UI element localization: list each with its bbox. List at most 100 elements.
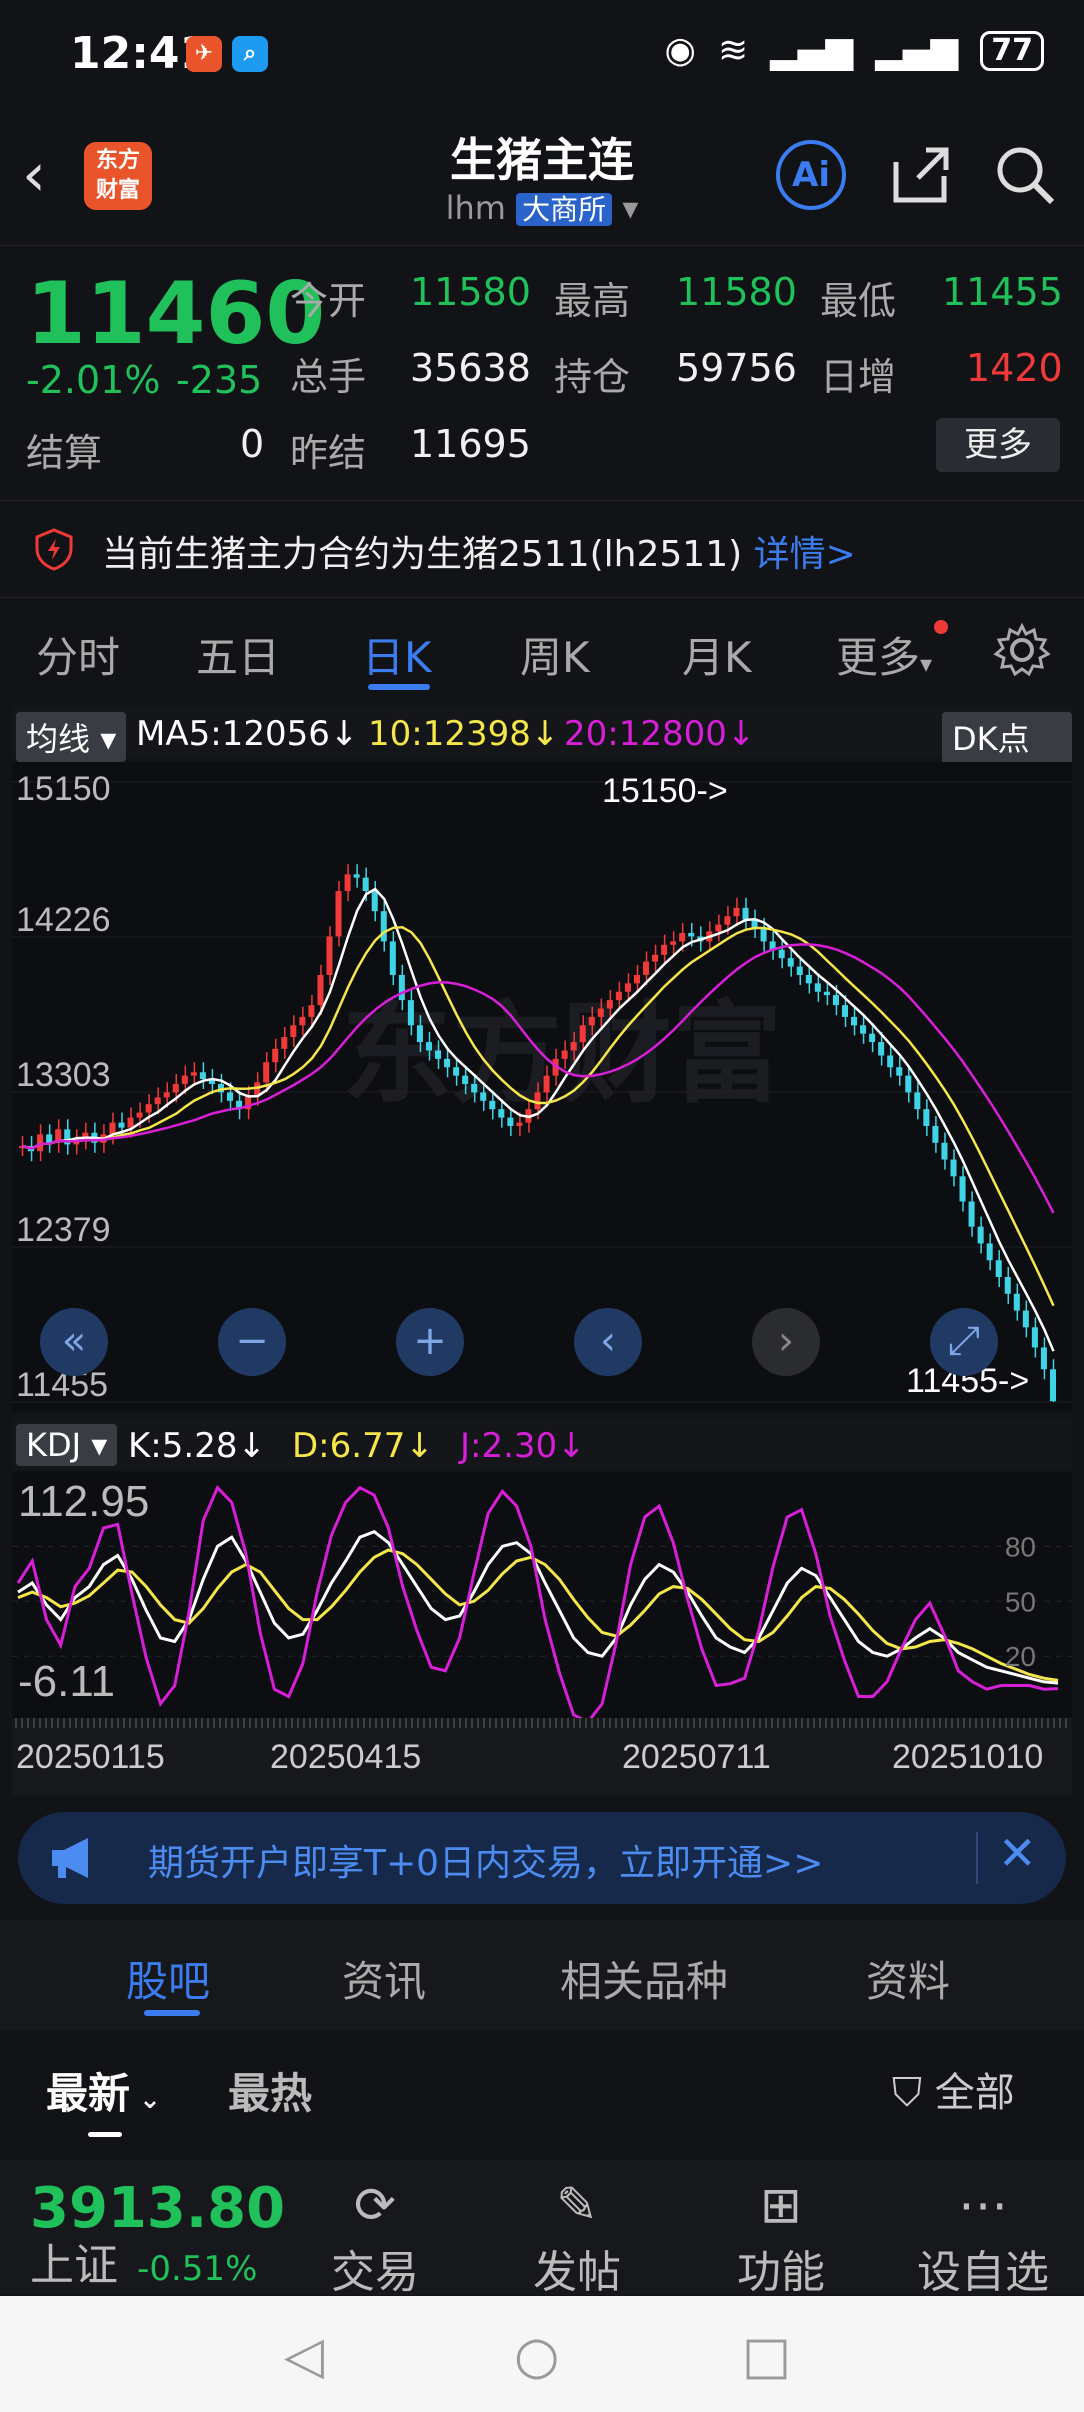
kdj-j-legend: J:2.30↓ bbox=[460, 1426, 586, 1466]
kdj-y-tick: 112.95 bbox=[18, 1477, 149, 1526]
candle-body bbox=[199, 1072, 206, 1079]
sort-hot[interactable]: 最热 bbox=[228, 2060, 312, 2121]
candle-body bbox=[462, 1075, 469, 1085]
candle-body bbox=[154, 1097, 161, 1105]
dk-label: DK点 bbox=[952, 720, 1030, 758]
y-tick-label: 14226 bbox=[16, 901, 111, 939]
candle-body bbox=[489, 1100, 496, 1110]
system-home-icon[interactable]: ○ bbox=[514, 2326, 559, 2386]
kdj-chart[interactable]: 80 50 20 112.95 -6.11 bbox=[12, 1472, 1072, 1718]
open-interest-label: 持仓 bbox=[554, 355, 631, 399]
tab-forum[interactable]: 股吧 bbox=[126, 1948, 210, 2009]
wifi-icon: ≋ bbox=[717, 30, 749, 71]
tab-monthly-k[interactable]: 月K bbox=[682, 624, 752, 685]
max-price-label: 15150-> bbox=[602, 772, 728, 810]
candle-body bbox=[145, 1104, 152, 1113]
indicator-selector-kdj[interactable]: KDJ ▾ bbox=[16, 1424, 118, 1466]
kdj-right-tick: 20 bbox=[1005, 1641, 1036, 1672]
ma10-legend: 10:12398↓ bbox=[368, 714, 560, 754]
date-label: 20250711 bbox=[622, 1738, 771, 1776]
candle-body bbox=[435, 1050, 442, 1059]
candle-body bbox=[661, 944, 668, 955]
system-back-icon[interactable]: ◁ bbox=[284, 2326, 324, 2386]
candle-body bbox=[181, 1075, 188, 1085]
candle-body bbox=[633, 974, 640, 984]
candle-body bbox=[1013, 1293, 1020, 1311]
candle-body bbox=[281, 1037, 288, 1049]
exchange-badge: 大商所 bbox=[516, 193, 613, 226]
open-label: 今开 bbox=[290, 279, 367, 323]
ma20-legend: 20:12800↓ bbox=[564, 714, 756, 754]
eye-icon: ◉ bbox=[664, 30, 696, 71]
notice-details-link[interactable]: 详情> bbox=[754, 534, 856, 575]
fullscreen-button[interactable]: ⤢ bbox=[930, 1308, 998, 1376]
banner-divider bbox=[976, 1832, 978, 1884]
more-quote-button[interactable]: 更多 bbox=[936, 418, 1060, 472]
daily-increase-value: 1420 bbox=[966, 346, 1063, 390]
candle-body bbox=[362, 877, 369, 892]
candle-body bbox=[724, 916, 731, 925]
candle-body bbox=[416, 1025, 423, 1043]
tab-news[interactable]: 资讯 bbox=[342, 1948, 426, 2009]
tab-weekly-k[interactable]: 周K bbox=[520, 624, 590, 685]
kdj-right-tick: 50 bbox=[1005, 1586, 1036, 1617]
candle-body bbox=[570, 1042, 577, 1051]
nav-post[interactable]: ✎ 发帖 bbox=[502, 2174, 652, 2300]
candle-body bbox=[272, 1048, 279, 1063]
system-navigation-bar: ◁ ○ □ bbox=[0, 2296, 1084, 2412]
candle-body bbox=[715, 924, 722, 932]
tab-more[interactable]: 更多▾ bbox=[836, 624, 932, 685]
candle-body bbox=[823, 991, 830, 996]
candle-body bbox=[1049, 1369, 1056, 1402]
candle-body bbox=[615, 991, 622, 1001]
candle-body bbox=[742, 907, 749, 920]
sort-latest[interactable]: 最新 ⌄ bbox=[46, 2060, 161, 2121]
date-label: 20250115 bbox=[16, 1738, 165, 1776]
close-icon[interactable]: ✕ bbox=[998, 1826, 1037, 1880]
system-recents-icon[interactable]: □ bbox=[742, 2326, 791, 2386]
high-label: 最高 bbox=[554, 279, 631, 323]
share-icon[interactable] bbox=[886, 140, 956, 210]
low-label: 最低 bbox=[820, 279, 897, 323]
candle-body bbox=[579, 1025, 586, 1043]
kline-chart[interactable]: 东方财富 151501422613303123791145515150->114… bbox=[12, 762, 1072, 1412]
index-change: -0.51% bbox=[137, 2249, 258, 2289]
move-left-button[interactable]: ‹ bbox=[574, 1308, 642, 1376]
zoom-out-button[interactable]: − bbox=[218, 1308, 286, 1376]
status-bar: 12:41 ✈ ⌕ ◉ ≋ ▂▄▆ ▂▄▆ 77 bbox=[0, 0, 1084, 110]
nav-watchlist[interactable]: ⋯ 设自选 bbox=[908, 2174, 1058, 2300]
search-icon[interactable] bbox=[990, 140, 1060, 210]
nav-function[interactable]: ⊞ 功能 bbox=[706, 2174, 856, 2300]
notice-message: 当前生猪主力合约为生猪2511(lh2511) bbox=[102, 534, 743, 575]
ai-button[interactable]: Ai bbox=[776, 140, 846, 210]
candle-body bbox=[851, 1016, 858, 1026]
tab-daily-k[interactable]: 日K bbox=[362, 624, 432, 685]
tab-intraday[interactable]: 分时 bbox=[36, 624, 120, 685]
candle-body bbox=[335, 891, 342, 937]
candle-body bbox=[444, 1058, 451, 1068]
nav-trade[interactable]: ⟳ 交易 bbox=[300, 2174, 450, 2300]
settings-gear-icon[interactable] bbox=[992, 620, 1052, 680]
tab-five-day[interactable]: 五日 bbox=[196, 624, 280, 685]
tab-related[interactable]: 相关品种 bbox=[560, 1948, 728, 2009]
sort-indicator bbox=[88, 2132, 122, 2137]
scroll-to-start-button[interactable]: « bbox=[40, 1308, 108, 1376]
tab-profile[interactable]: 资料 bbox=[866, 1948, 950, 2009]
chart-area[interactable]: 均线 ▾ MA5:12056↓ 10:12398↓ 20:12800↓ DK点 … bbox=[12, 706, 1072, 1796]
active-tab-indicator bbox=[368, 684, 430, 690]
app-header: ‹ 东方 财富 生猪主连 lhm 大商所 ▾ Ai bbox=[0, 110, 1084, 246]
main-contract-notice[interactable]: 当前生猪主力合约为生猪2511(lh2511) 详情> bbox=[0, 500, 1084, 598]
move-right-button[interactable]: › bbox=[752, 1308, 820, 1376]
candle-body bbox=[733, 907, 740, 917]
candle-body bbox=[317, 974, 324, 1006]
promo-banner[interactable]: 期货开户即享T+0日内交易，立即开通>> ✕ bbox=[18, 1812, 1066, 1904]
zoom-in-button[interactable]: + bbox=[396, 1308, 464, 1376]
indicator-selector-ma[interactable]: 均线 ▾ bbox=[16, 712, 127, 762]
candle-body bbox=[1022, 1310, 1029, 1328]
index-ticker[interactable]: 3913.80 上证 -0.51% bbox=[30, 2178, 285, 2301]
filter-all[interactable]: ⛉ 全部 bbox=[892, 2060, 1015, 2118]
contract-code: lhm bbox=[445, 189, 506, 227]
candle-body bbox=[896, 1067, 903, 1076]
candle-body bbox=[263, 1062, 270, 1083]
candle-body bbox=[290, 1025, 297, 1038]
